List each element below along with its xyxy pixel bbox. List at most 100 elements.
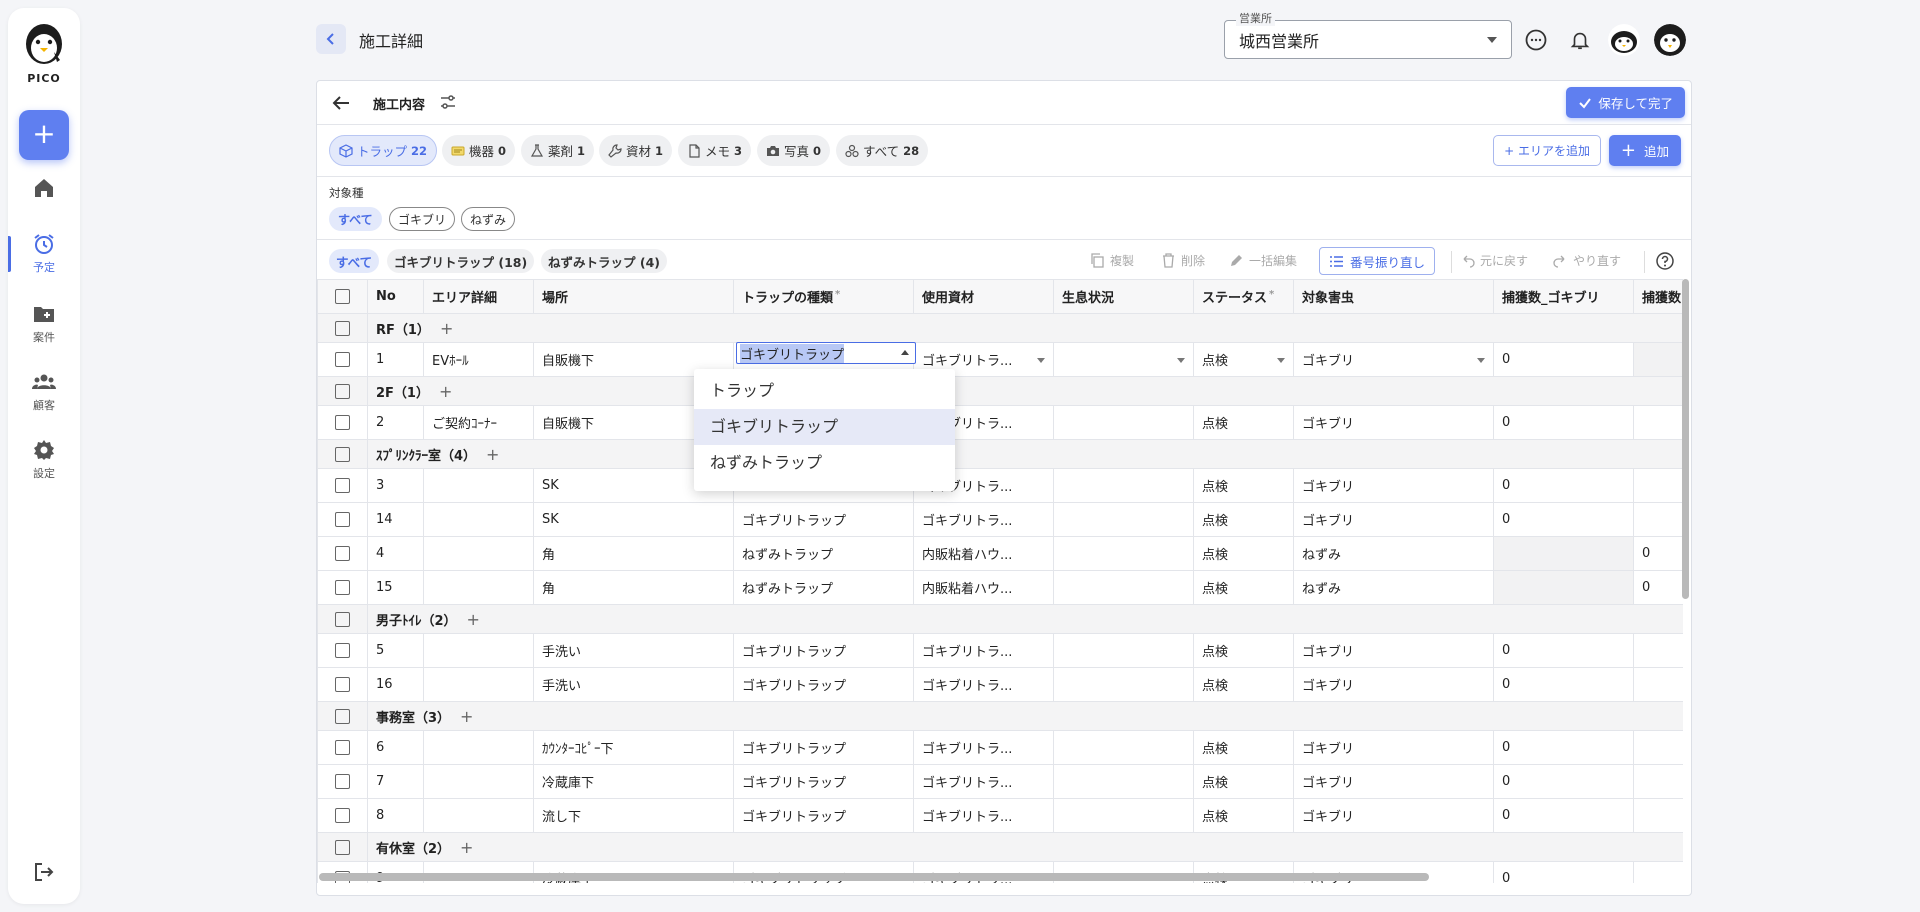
cell-no[interactable]: 2 <box>367 405 424 440</box>
chat-button[interactable] <box>1522 26 1550 54</box>
undo-button[interactable]: 元に戻す <box>1460 252 1528 269</box>
cell-catch-more[interactable] <box>1633 342 1683 377</box>
column-header-habitat[interactable]: 生息状況 <box>1053 279 1194 314</box>
cell-catch-cockroach[interactable]: 0 <box>1493 633 1634 668</box>
group-checkbox-cell[interactable] <box>317 439 368 469</box>
cell-pest[interactable]: ゴキブリ <box>1293 502 1494 537</box>
cell-place[interactable]: 冷蔵庫下 <box>533 764 734 799</box>
row-checkbox[interactable] <box>335 677 350 692</box>
cell-catch-more[interactable] <box>1633 798 1683 833</box>
filter-chip-all[interactable]: すべて <box>329 249 380 273</box>
row-checkbox[interactable] <box>335 512 350 527</box>
row-checkbox[interactable] <box>335 415 350 430</box>
tab-material[interactable]: 資材 1 <box>599 135 673 166</box>
cell-habitat[interactable] <box>1053 536 1194 571</box>
save-and-complete-button[interactable]: 保存して完了 <box>1566 87 1685 118</box>
cell-no[interactable]: 5 <box>367 633 424 668</box>
cell-catch-more[interactable]: 0 <box>1633 570 1683 605</box>
row-checkbox[interactable] <box>335 774 350 789</box>
cell-status[interactable]: 点検 <box>1193 342 1294 377</box>
cell-material[interactable]: 内販粘着ハウ... <box>913 570 1054 605</box>
cell-place[interactable]: SK <box>533 502 734 537</box>
group-checkbox-cell[interactable] <box>317 832 368 862</box>
cell-pest[interactable]: ねずみ <box>1293 536 1494 571</box>
table-row[interactable]: 6 ｶｳﾝﾀｰｺﾋﾟｰ下 ゴキブリトラップ ゴキブリトラ... 点検 ゴキブリ … <box>317 730 1683 765</box>
cell-pest[interactable]: ゴキブリ <box>1293 764 1494 799</box>
cell-habitat[interactable] <box>1053 468 1194 503</box>
filter-chip-cockroach-trap[interactable]: ゴキブリトラップ (18) <box>387 249 535 273</box>
cell-trap-type[interactable]: ねずみトラップ <box>733 536 914 571</box>
row-checkbox[interactable] <box>335 478 350 493</box>
cell-area[interactable] <box>423 502 534 537</box>
cell-pest[interactable]: ゴキブリ <box>1293 798 1494 833</box>
avatar[interactable] <box>1608 24 1640 56</box>
row-checkbox-cell[interactable] <box>317 798 368 833</box>
cell-catch-cockroach[interactable] <box>1493 536 1634 571</box>
add-row-plus-icon[interactable]: + <box>440 319 453 338</box>
bulk-edit-button[interactable]: 一括編集 <box>1229 252 1297 269</box>
cell-trap-type[interactable]: ゴキブリトラップ <box>733 633 914 668</box>
cell-catch-more[interactable] <box>1633 730 1683 765</box>
row-checkbox[interactable] <box>335 740 350 755</box>
cell-no[interactable]: 4 <box>367 536 424 571</box>
table-row[interactable]: 15 角 ねずみトラップ 内販粘着ハウ... 点検 ねずみ 0 <box>317 570 1683 605</box>
cell-area[interactable] <box>423 536 534 571</box>
cell-area[interactable] <box>423 764 534 799</box>
cell-place[interactable]: 流し下 <box>533 798 734 833</box>
cell-habitat[interactable] <box>1053 798 1194 833</box>
column-header-no[interactable]: No <box>367 279 424 314</box>
table-row[interactable]: 8 流し下 ゴキブリトラップ ゴキブリトラ... 点検 ゴキブリ 0 <box>317 798 1683 833</box>
user-avatar[interactable] <box>1654 24 1686 56</box>
group-checkbox[interactable] <box>335 611 350 627</box>
cell-no[interactable]: 14 <box>367 502 424 537</box>
cell-material[interactable]: ゴキブリトラ... <box>913 502 1054 537</box>
cell-catch-cockroach[interactable] <box>1493 570 1634 605</box>
cell-area[interactable] <box>423 570 534 605</box>
cell-material[interactable]: ゴキブリトラ... <box>913 730 1054 765</box>
row-checkbox-cell[interactable] <box>317 667 368 702</box>
table-row[interactable]: 7 冷蔵庫下 ゴキブリトラップ ゴキブリトラ... 点検 ゴキブリ 0 <box>317 764 1683 799</box>
cell-catch-more[interactable] <box>1633 468 1683 503</box>
cell-catch-cockroach[interactable]: 0 <box>1493 861 1634 883</box>
tab-trap[interactable]: トラップ 22 <box>329 135 438 166</box>
cell-status[interactable]: 点検 <box>1193 405 1294 440</box>
cell-habitat[interactable] <box>1053 667 1194 702</box>
cell-catch-cockroach[interactable]: 0 <box>1493 730 1634 765</box>
target-pill-all[interactable]: すべて <box>329 207 382 231</box>
cell-no[interactable]: 3 <box>367 468 424 503</box>
trap-type-combobox[interactable]: ゴキブリトラップ <box>736 342 916 364</box>
cell-catch-more[interactable] <box>1633 667 1683 702</box>
tab-memo[interactable]: メモ 3 <box>678 135 752 166</box>
group-checkbox[interactable] <box>335 320 350 336</box>
column-header-trap-type[interactable]: トラップの種類 * <box>733 279 914 314</box>
tune-icon[interactable] <box>439 93 457 111</box>
add-button[interactable]: + 追加 <box>1608 135 1681 166</box>
group-checkbox[interactable] <box>335 446 350 462</box>
add-row-plus-icon[interactable]: + <box>460 838 473 857</box>
notifications-button[interactable] <box>1566 26 1594 54</box>
add-row-plus-icon[interactable]: + <box>460 707 473 726</box>
cell-place[interactable]: 手洗い <box>533 667 734 702</box>
cell-trap-type[interactable]: ゴキブリトラップ <box>733 667 914 702</box>
cell-catch-more[interactable] <box>1633 502 1683 537</box>
cell-trap-type[interactable]: ゴキブリトラップ <box>733 730 914 765</box>
cell-pest[interactable]: ゴキブリ <box>1293 405 1494 440</box>
cell-place[interactable]: 角 <box>533 570 734 605</box>
group-checkbox-cell[interactable] <box>317 701 368 731</box>
group-checkbox-cell[interactable] <box>317 313 368 343</box>
add-row-plus-icon[interactable]: + <box>486 445 499 464</box>
help-icon[interactable] <box>1655 251 1675 271</box>
dropdown-option-mouse-trap[interactable]: ねずみトラップ <box>694 445 955 481</box>
delete-button[interactable]: 削除 <box>1161 252 1205 269</box>
cell-trap-type[interactable]: ゴキブリトラップ <box>733 502 914 537</box>
cell-catch-cockroach[interactable]: 0 <box>1493 405 1634 440</box>
cell-pest[interactable]: ゴキブリ <box>1293 667 1494 702</box>
tab-equipment[interactable]: 機器 0 <box>442 135 516 166</box>
cell-status[interactable]: 点検 <box>1193 468 1294 503</box>
row-checkbox-cell[interactable] <box>317 502 368 537</box>
row-checkbox[interactable] <box>335 808 350 823</box>
cell-no[interactable]: 16 <box>367 667 424 702</box>
filter-chip-mouse-trap[interactable]: ねずみトラップ (4) <box>541 249 667 273</box>
row-checkbox[interactable] <box>335 580 350 595</box>
cell-catch-more[interactable] <box>1633 405 1683 440</box>
